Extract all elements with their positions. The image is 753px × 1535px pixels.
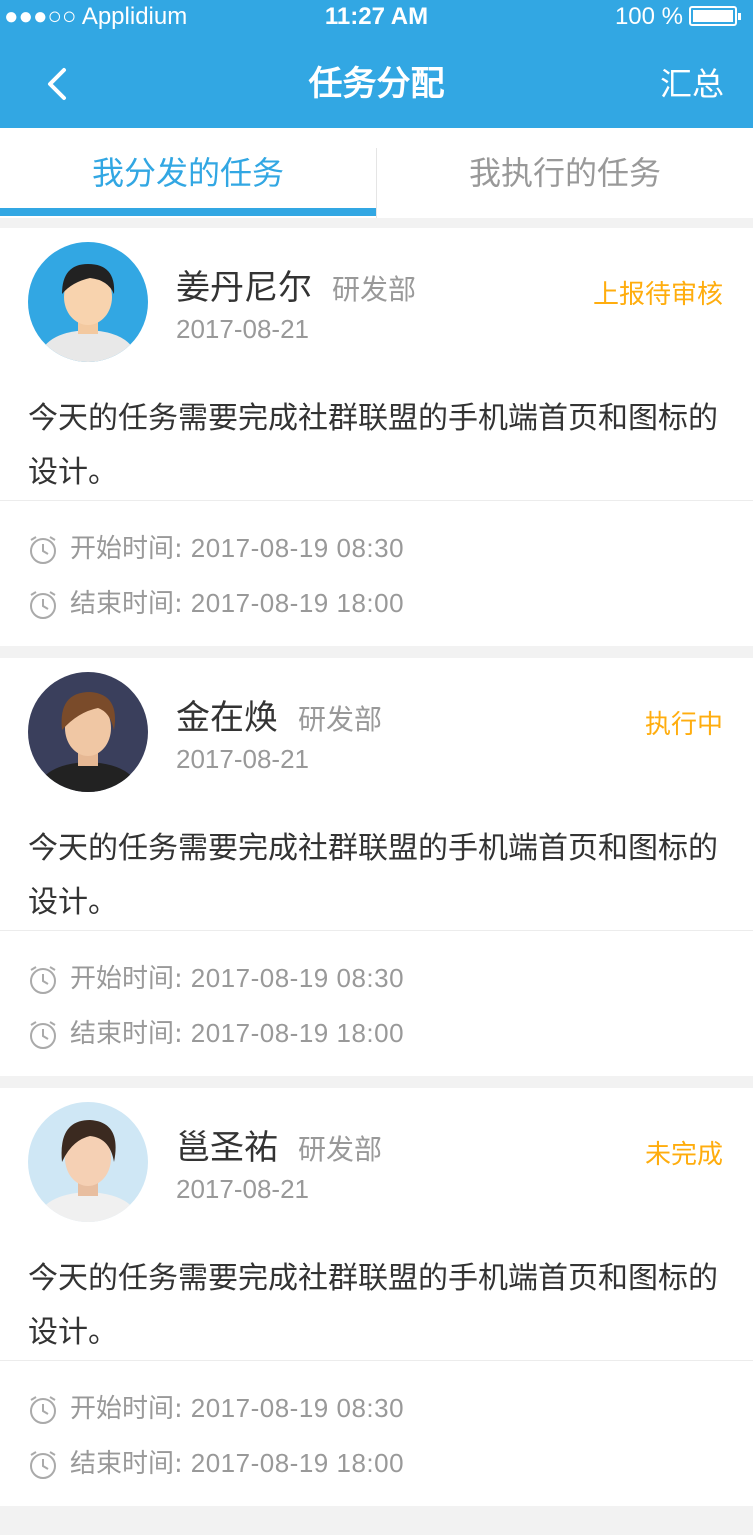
end-time-value: 2017-08-19 18:00 (190, 1448, 405, 1478)
battery-indicator: 100 % (614, 2, 741, 32)
chevron-left-icon (48, 68, 66, 100)
status-badge: 未完成 (644, 1140, 723, 1170)
task-date: 2017-08-21 (176, 744, 309, 774)
end-time-row: 结束时间: 2017-08-19 18:00 (28, 586, 404, 621)
clock-icon (30, 966, 56, 994)
clock-icon (30, 536, 56, 564)
app-header: ●●●○○ Applidium 11:27 AM 100 % 任务分配 汇总 (0, 0, 753, 128)
department-label: 研发部 (298, 1133, 383, 1166)
assignee-name: 邕圣祐 (176, 1128, 278, 1168)
task-description: 今天的任务需要完成社群联盟的手机端首页和图标的设计。 (28, 831, 718, 920)
end-time-row: 结束时间: 2017-08-19 18:00 (28, 1016, 404, 1051)
clock-icon (30, 1021, 56, 1049)
start-time-label: 开始时间: (70, 534, 183, 564)
status-badge: 执行中 (644, 710, 723, 740)
task-date: 2017-08-21 (176, 1174, 309, 1204)
task-card[interactable]: 金在焕 研发部 2017-08-21 执行中 今天的任务需要完成社群联盟的手机端… (0, 658, 753, 1076)
department-label: 研发部 (298, 703, 383, 736)
clock-icon (30, 591, 56, 619)
end-time-value: 2017-08-19 18:00 (190, 1018, 405, 1048)
tab-executed-tasks[interactable]: 我执行的任务 (377, 128, 753, 218)
end-time-label: 结束时间: (70, 589, 183, 619)
end-time-label: 结束时间: (70, 1449, 183, 1479)
task-card[interactable]: 姜丹尼尔 研发部 2017-08-21 上报待审核 今天的任务需要完成社群联盟的… (0, 228, 753, 646)
start-time-row: 开始时间: 2017-08-19 08:30 (28, 1391, 404, 1426)
avatar (28, 242, 148, 362)
start-time-value: 2017-08-19 08:30 (190, 533, 405, 563)
avatar (28, 672, 148, 792)
department-label: 研发部 (332, 273, 417, 306)
task-date: 2017-08-21 (176, 314, 309, 344)
tab-dispatched-tasks[interactable]: 我分发的任务 (0, 128, 376, 218)
task-card[interactable]: 邕圣祐 研发部 2017-08-21 未完成 今天的任务需要完成社群联盟的手机端… (0, 1088, 753, 1506)
clock-icon (30, 1396, 56, 1424)
battery-icon (689, 6, 741, 26)
divider (0, 500, 753, 501)
divider (0, 1360, 753, 1361)
battery-label: 100 % (614, 3, 683, 30)
start-time-label: 开始时间: (70, 1394, 183, 1424)
page-title: 任务分配 (308, 64, 445, 104)
start-time-label: 开始时间: (70, 964, 183, 994)
start-time-value: 2017-08-19 08:30 (190, 963, 405, 993)
divider (0, 930, 753, 931)
assignee-name: 金在焕 (176, 698, 278, 738)
back-button[interactable] (40, 64, 80, 104)
end-time-value: 2017-08-19 18:00 (190, 588, 405, 618)
status-bar: ●●●○○ Applidium 11:27 AM 100 % (0, 0, 753, 34)
tab-bar: 我分发的任务 我执行的任务 (0, 128, 753, 218)
summary-button[interactable]: 汇总 (660, 64, 724, 104)
assignee-name: 姜丹尼尔 (176, 268, 312, 308)
active-tab-indicator (0, 208, 376, 216)
start-time-value: 2017-08-19 08:30 (190, 1393, 405, 1423)
status-badge: 上报待审核 (592, 280, 723, 310)
clock-icon (30, 1451, 56, 1479)
start-time-row: 开始时间: 2017-08-19 08:30 (28, 531, 404, 566)
start-time-row: 开始时间: 2017-08-19 08:30 (28, 961, 404, 996)
end-time-label: 结束时间: (70, 1019, 183, 1049)
task-description: 今天的任务需要完成社群联盟的手机端首页和图标的设计。 (28, 1261, 718, 1350)
avatar (28, 1102, 148, 1222)
task-description: 今天的任务需要完成社群联盟的手机端首页和图标的设计。 (28, 401, 718, 490)
end-time-row: 结束时间: 2017-08-19 18:00 (28, 1446, 404, 1481)
